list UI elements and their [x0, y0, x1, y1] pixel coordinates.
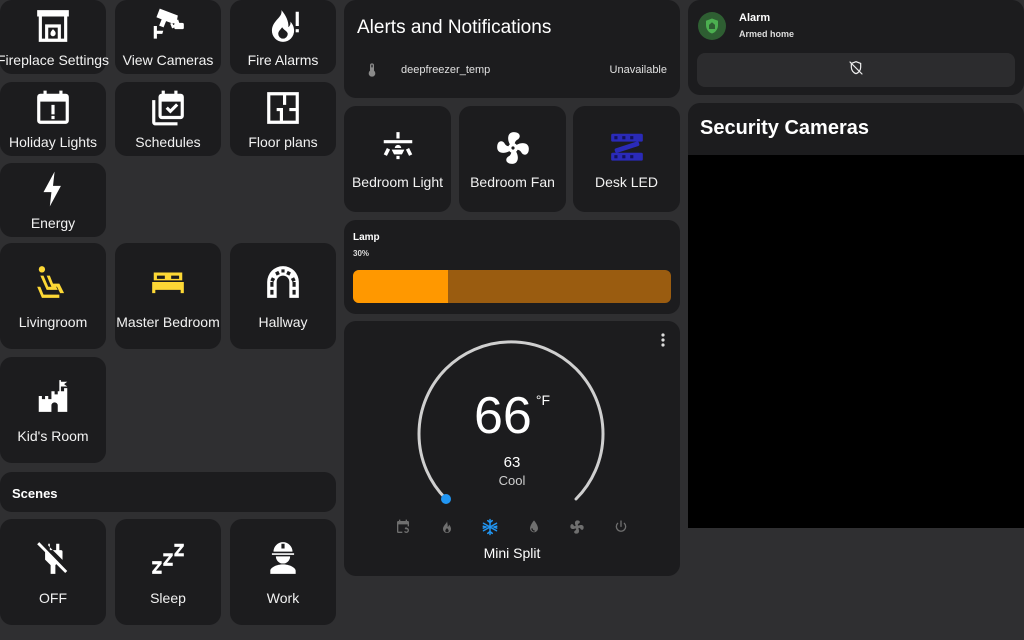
seat-recline-icon — [33, 262, 73, 302]
tile-label: Holiday Lights — [9, 134, 97, 150]
room-label: Livingroom — [18, 314, 88, 330]
scene-work-button[interactable]: Work — [230, 519, 336, 625]
lamp-brightness-label: 30% — [353, 249, 370, 258]
device-label: Bedroom Light — [351, 174, 444, 190]
sleep-icon — [148, 538, 188, 578]
alerts-card: Alerts and Notifications deepfreezer_tem… — [344, 0, 680, 98]
room-label: Hallway — [258, 314, 308, 330]
thermostat-unit: °F — [535, 392, 550, 408]
floor-plans-button[interactable]: Floor plans — [230, 82, 336, 156]
bedroom-light-button[interactable]: Bedroom Light — [344, 106, 451, 212]
floor-plan-icon — [263, 88, 303, 128]
alarm-card: Alarm Armed home — [688, 0, 1024, 95]
sensor-name[interactable]: deepfreezer_temp — [401, 64, 490, 76]
lamp-brightness-fill — [353, 270, 449, 303]
hallway-button[interactable]: Hallway — [230, 243, 336, 349]
kebab-menu-icon[interactable] — [660, 333, 666, 347]
alarm-name: Alarm — [739, 12, 771, 24]
device-label: Desk LED — [594, 174, 659, 190]
flame-icon[interactable] — [438, 518, 456, 536]
led-strip-icon — [607, 128, 647, 168]
shield-home-icon[interactable] — [698, 12, 726, 40]
scene-label: Work — [266, 590, 300, 606]
thermometer-icon — [364, 61, 380, 79]
shield-off-icon — [848, 60, 864, 81]
master-bedroom-button[interactable]: Master Bedroom — [115, 243, 221, 349]
fan-icon — [493, 128, 533, 168]
scenes-title: Scenes — [12, 486, 58, 501]
holiday-lights-button[interactable]: Holiday Lights — [0, 82, 106, 156]
security-cameras-header: Security Cameras — [688, 103, 1024, 155]
calendar-check-icon — [148, 88, 188, 128]
calendar-sync-icon[interactable] — [394, 518, 412, 536]
hvac-mode-bar — [394, 518, 630, 536]
scene-sleep-button[interactable]: Sleep — [115, 519, 221, 625]
fire-alarms-button[interactable]: Fire Alarms — [230, 0, 336, 74]
water-icon[interactable] — [525, 518, 543, 536]
power-icon[interactable] — [612, 518, 630, 536]
lamp-brightness-slider[interactable] — [353, 270, 671, 303]
fireplace-settings-button[interactable]: Fireplace Settings — [0, 0, 110, 74]
room-label: Master Bedroom — [116, 314, 220, 330]
bedroom-fan-button[interactable]: Bedroom Fan — [459, 106, 566, 212]
device-label: Bedroom Fan — [470, 174, 555, 190]
schedules-button[interactable]: Schedules — [115, 82, 221, 156]
alarm-state: Armed home — [739, 29, 795, 39]
camera-feed[interactable] — [688, 155, 1024, 528]
thermostat-current: 63 — [503, 454, 521, 471]
energy-button[interactable]: Energy — [0, 163, 106, 237]
sensor-state: Unavailable — [609, 64, 667, 76]
desk-led-button[interactable]: Desk LED — [573, 106, 680, 212]
thermostat-mode: Cool — [498, 473, 526, 488]
cctv-icon — [148, 6, 188, 46]
fire-alert-icon — [263, 6, 303, 46]
ceiling-fan-light-icon — [378, 128, 418, 168]
tile-label: Fire Alarms — [247, 52, 319, 68]
lamp-name: Lamp — [353, 232, 380, 243]
security-title: Security Cameras — [700, 117, 869, 139]
tile-label: Schedules — [135, 134, 201, 150]
thermostat-card: 66 °F 63 Cool Mini Split — [344, 321, 680, 576]
scene-label: Sleep — [150, 590, 186, 606]
tile-label: Energy — [30, 215, 76, 231]
thermostat-target: 66 — [474, 387, 532, 445]
thermostat-name: Mini Split — [483, 545, 541, 561]
fireplace-icon — [33, 6, 73, 46]
alerts-title: Alerts and Notifications — [357, 17, 552, 38]
scenes-header: Scenes — [0, 472, 336, 512]
thermostat-target-wrap: 66 °F — [344, 386, 680, 446]
worker-icon — [263, 538, 303, 578]
view-cameras-button[interactable]: View Cameras — [115, 0, 221, 74]
castle-icon — [33, 376, 73, 416]
room-label: Kid's Room — [17, 428, 89, 444]
fan-mode-icon[interactable] — [568, 518, 586, 536]
snowflake-icon[interactable] — [481, 518, 499, 536]
dial-handle[interactable] — [441, 494, 451, 504]
scene-label: OFF — [39, 590, 67, 606]
lamp-card: Lamp 30% — [344, 220, 680, 314]
disarm-button[interactable] — [697, 53, 1015, 87]
kids-room-button[interactable]: Kid's Room — [0, 357, 106, 463]
calendar-alert-icon — [33, 88, 73, 128]
tile-label: View Cameras — [122, 52, 214, 68]
lightning-icon — [33, 169, 73, 209]
tile-label: Floor plans — [248, 134, 318, 150]
tile-label: Fireplace Settings — [0, 52, 110, 68]
power-plug-off-icon — [33, 538, 73, 578]
bed-icon — [148, 262, 188, 302]
livingroom-button[interactable]: Livingroom — [0, 243, 106, 349]
scene-off-button[interactable]: OFF — [0, 519, 106, 625]
archway-icon — [263, 262, 303, 302]
